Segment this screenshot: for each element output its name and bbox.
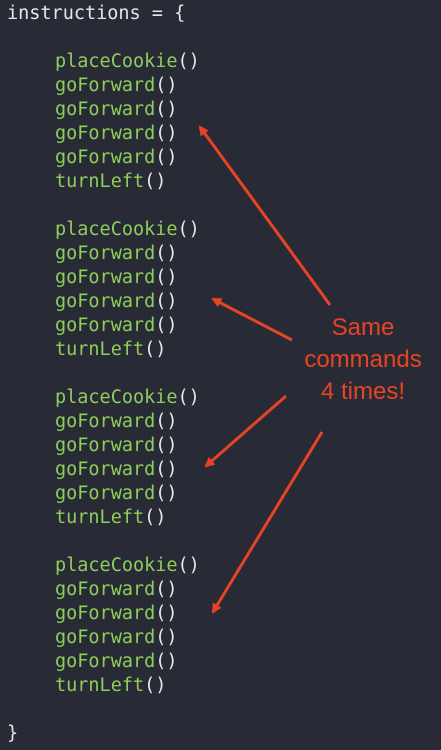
annotation-text: Same commands 4 times! xyxy=(298,312,428,408)
arrow-to-group-2 xyxy=(211,297,293,342)
arrow-to-group-4 xyxy=(211,431,324,614)
code-screenshot: instructions = { placeCookie() goForward(… xyxy=(0,0,441,750)
arrow-to-group-3 xyxy=(204,394,287,468)
annotation-line-3: 4 times! xyxy=(320,378,406,405)
annotation-line-2: commands xyxy=(304,346,422,373)
annotation-line-1: Same xyxy=(331,314,395,341)
arrow-to-group-1 xyxy=(198,125,332,306)
